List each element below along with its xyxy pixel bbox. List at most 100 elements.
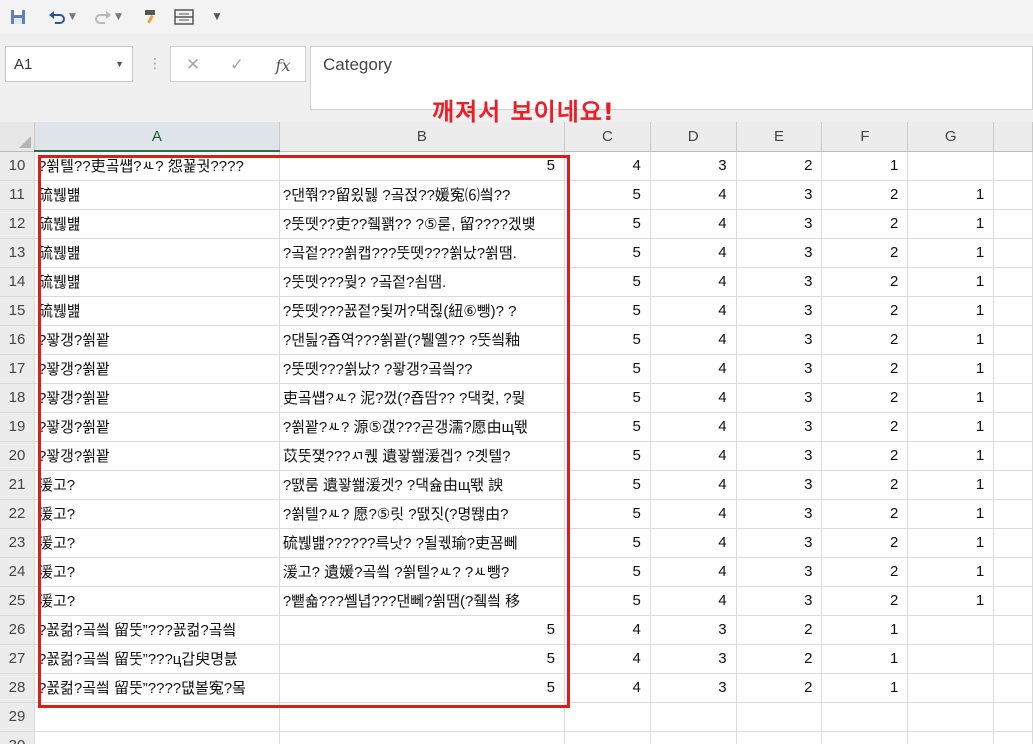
cell-d[interactable]: 4	[650, 499, 737, 529]
cell-e[interactable]: 3	[736, 470, 823, 500]
cell-a[interactable]: 硫붾뱶	[34, 238, 280, 268]
cell-f[interactable]	[821, 731, 909, 744]
cell-d[interactable]: 4	[650, 586, 737, 616]
column-header-a[interactable]: A	[34, 122, 280, 152]
cell-b[interactable]: 苡뚯쟻???ㅺ퀝 遺꽣쐞湲겝? ?곗텔?	[279, 441, 565, 471]
cell-e[interactable]: 3	[736, 238, 823, 268]
formula-input[interactable]: Category	[310, 46, 1033, 110]
cell-d[interactable]: 4	[650, 296, 737, 326]
column-header-g[interactable]: G	[907, 122, 995, 152]
cell-h[interactable]	[993, 702, 1033, 732]
cell-b[interactable]: ?댄딆?죱역???쐵꽡(?뷀옐?? ?뚯씤釉	[279, 325, 565, 355]
cell-f[interactable]: 2	[821, 412, 909, 442]
cell-b[interactable]: 吏곸썝?ㅻ? 泥?껐(?죱땀?? ?댁컻, ?뭦	[279, 383, 565, 413]
cell-a[interactable]: 硫붾뱶	[34, 209, 280, 239]
column-header-e[interactable]: E	[736, 122, 823, 152]
cell-e[interactable]: 3	[736, 354, 823, 384]
cell-c[interactable]: 5	[564, 180, 651, 210]
row-header[interactable]: 11	[0, 180, 35, 210]
cell-e[interactable]: 2	[736, 644, 823, 674]
cell-d[interactable]	[650, 731, 737, 744]
cell-c[interactable]: 5	[564, 296, 651, 326]
cell-f[interactable]: 2	[821, 325, 909, 355]
cell-f[interactable]: 2	[821, 267, 909, 297]
cell-c[interactable]: 4	[564, 615, 651, 645]
cell-a[interactable]: ?꽣갱?쐵꽡	[34, 412, 280, 442]
cell-c[interactable]: 4	[564, 644, 651, 674]
row-header[interactable]: 24	[0, 557, 35, 587]
row-header[interactable]: 28	[0, 673, 35, 703]
cell-h[interactable]	[993, 470, 1033, 500]
row-header[interactable]: 23	[0, 528, 35, 558]
cell-a[interactable]: ?꽣갱?쐵꽡	[34, 325, 280, 355]
cell-g[interactable]	[907, 731, 995, 744]
cell-f[interactable]: 2	[821, 209, 909, 239]
cell-c[interactable]: 5	[564, 470, 651, 500]
cell-a[interactable]: ?꽣갱?쐵꽡	[34, 354, 280, 384]
cell-g[interactable]	[907, 673, 995, 703]
cell-d[interactable]: 3	[650, 151, 737, 181]
row-header[interactable]: 16	[0, 325, 35, 355]
cell-a[interactable]: 湲고?	[34, 557, 280, 587]
cell-e[interactable]: 3	[736, 499, 823, 529]
cell-b[interactable]: ?곸젙???쐵캡???뚯뗏???쐵났?쐵땜.	[279, 238, 565, 268]
row-header[interactable]: 19	[0, 412, 35, 442]
cell-f[interactable]: 2	[821, 528, 909, 558]
cell-d[interactable]: 4	[650, 180, 737, 210]
cell-e[interactable]: 3	[736, 383, 823, 413]
cell-a[interactable]: ?꽣갱?쐵꽡	[34, 441, 280, 471]
cell-g[interactable]: 1	[907, 296, 995, 326]
cell-e[interactable]: 3	[736, 267, 823, 297]
cell-b[interactable]: ?뚯뗏???뭦? ?곸젙?쇰땜.	[279, 267, 565, 297]
cell-a[interactable]: 硫붾뱶	[34, 296, 280, 326]
cell-d[interactable]: 4	[650, 383, 737, 413]
cell-a[interactable]: ?꽣갱?쐵꽡	[34, 383, 280, 413]
cell-e[interactable]: 3	[736, 412, 823, 442]
cell-b[interactable]: 湲고? 遺媛?곸씤 ?쐵텔?ㅻ? ?ㅻ뺑?	[279, 557, 565, 587]
cell-h[interactable]	[993, 644, 1033, 674]
cell-d[interactable]: 4	[650, 441, 737, 471]
cell-e[interactable]: 3	[736, 528, 823, 558]
cell-a[interactable]: ?꾨컮?곸씤 留뚯”???ц갑臾명븘	[34, 644, 280, 674]
cell-b[interactable]: 5	[279, 151, 565, 181]
chevron-down-icon[interactable]: ▼	[115, 59, 124, 69]
cell-d[interactable]: 3	[650, 615, 737, 645]
cell-a[interactable]: 湲고?	[34, 586, 280, 616]
cell-c[interactable]: 5	[564, 209, 651, 239]
chevron-down-icon[interactable]: ▼	[115, 12, 122, 22]
cell-f[interactable]: 1	[821, 151, 909, 181]
cell-h[interactable]	[993, 673, 1033, 703]
cell-e[interactable]: 3	[736, 325, 823, 355]
cell-e[interactable]: 3	[736, 180, 823, 210]
cell-c[interactable]: 5	[564, 238, 651, 268]
cell-e[interactable]	[736, 702, 823, 732]
cell-d[interactable]: 3	[650, 644, 737, 674]
cell-b[interactable]	[279, 731, 565, 744]
wrap-text-icon[interactable]	[172, 4, 196, 30]
cell-b[interactable]: ?뺕숇???쎌녑???댄뻬?쐵땜(?쥌씤 移	[279, 586, 565, 616]
cell-a[interactable]: 硫붾뱶	[34, 180, 280, 210]
customize-dropdown-icon[interactable]: ▼	[208, 4, 226, 30]
cell-b[interactable]: ?뚯뗏???쐵났? ?꽣갱?곸씤??	[279, 354, 565, 384]
cell-g[interactable]	[907, 702, 995, 732]
cell-a[interactable]: 湲고?	[34, 499, 280, 529]
cell-c[interactable]: 5	[564, 441, 651, 471]
cell-d[interactable]: 4	[650, 528, 737, 558]
row-header[interactable]: 25	[0, 586, 35, 616]
cell-e[interactable]	[736, 731, 823, 744]
cell-b[interactable]: ?뚯뗏??吏??쥌꽭?? ?⑤룯, 留????겠뱾	[279, 209, 565, 239]
cell-d[interactable]: 4	[650, 325, 737, 355]
cell-h[interactable]	[993, 528, 1033, 558]
cell-f[interactable]: 2	[821, 557, 909, 587]
enter-icon[interactable]: ✓	[223, 53, 251, 77]
cell-b[interactable]: ?뚯뗏???꾨젙?됯꺼?댁쥖(紐⑥뺑)? ?	[279, 296, 565, 326]
cell-h[interactable]	[993, 615, 1033, 645]
cell-a[interactable]: ?꾨컮?곸씤 留뚯”????덊볼寃?뫀	[34, 673, 280, 703]
cell-h[interactable]	[993, 499, 1033, 529]
cell-b[interactable]: ?땘룸 遺꽣쐞湲겟? ?댁슖由щ뙋 諛	[279, 470, 565, 500]
cell-a[interactable]: ?쐵텔??吏곸썝?ㅻ? 怨꾩궛????	[34, 151, 280, 181]
cell-g[interactable]: 1	[907, 412, 995, 442]
cell-e[interactable]: 2	[736, 151, 823, 181]
cell-h[interactable]	[993, 557, 1033, 587]
column-header-f[interactable]: F	[821, 122, 909, 152]
